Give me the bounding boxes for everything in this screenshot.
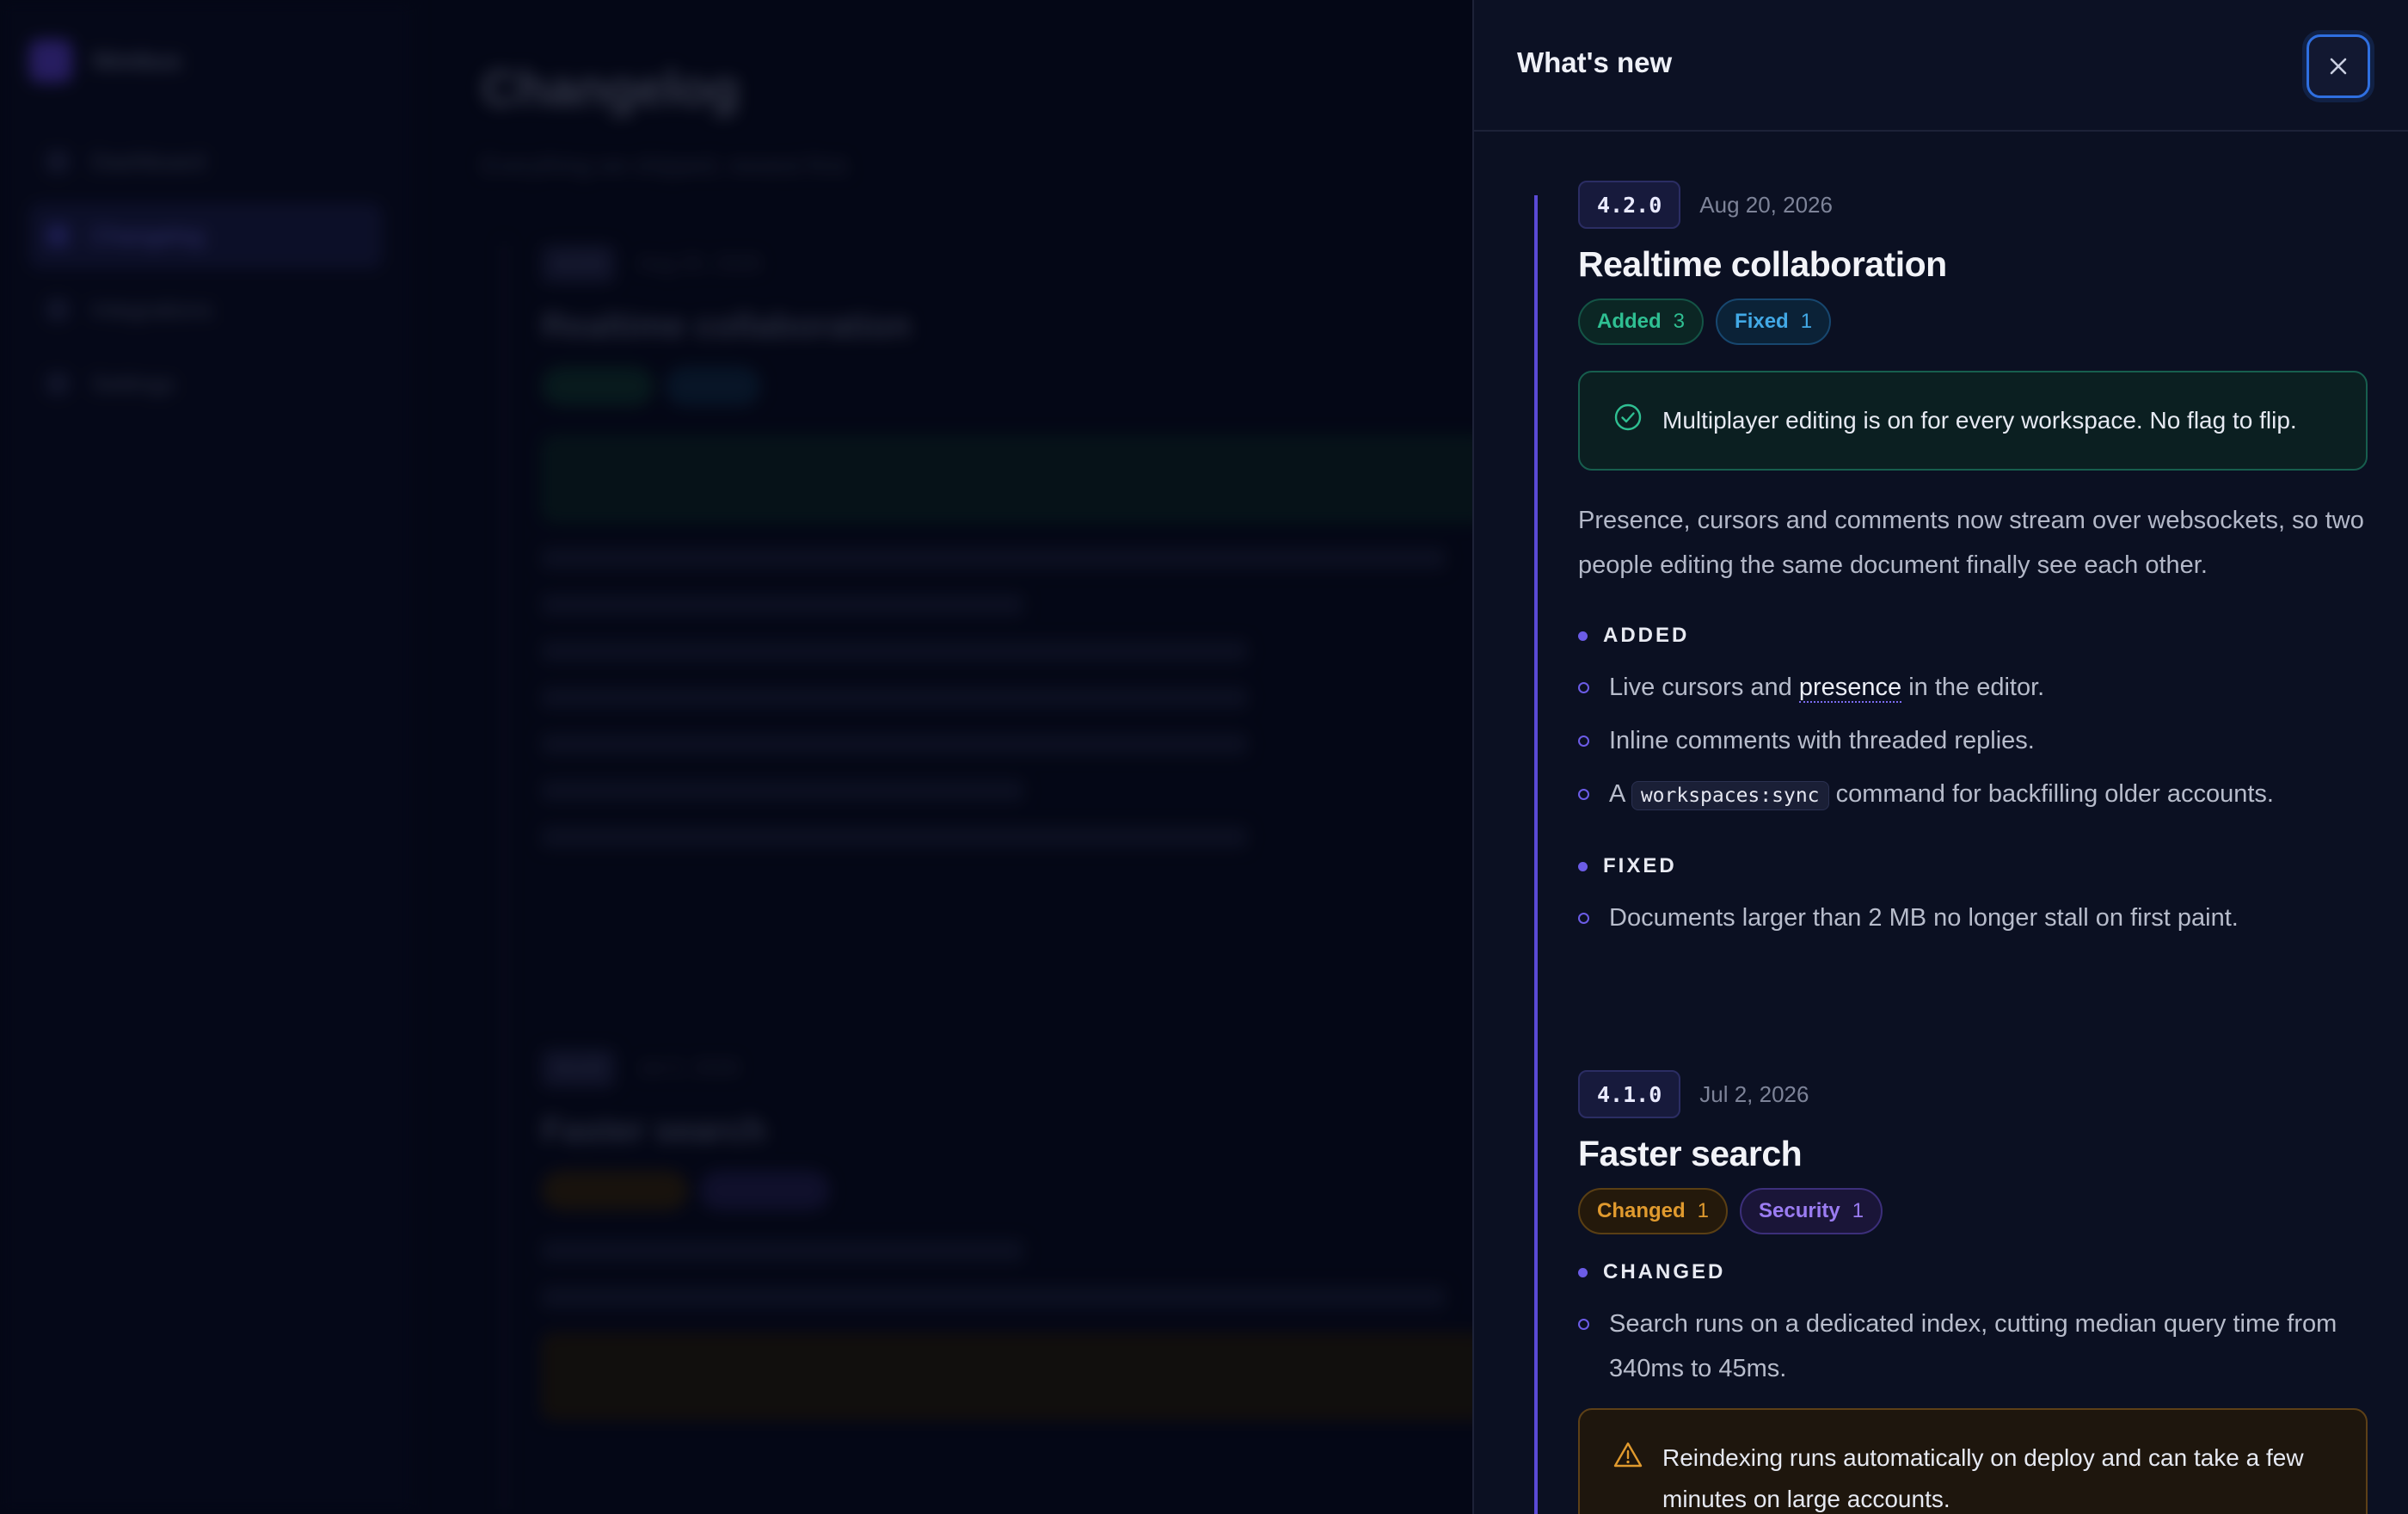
chip-label: Changed [1597, 1199, 1686, 1222]
chip-label: Security [1759, 1199, 1840, 1222]
list-item: Search runs on a dedicated index, cuttin… [1578, 1302, 2369, 1391]
inline-code: workspaces:sync [1631, 781, 1829, 810]
item-text: in the editor. [1901, 674, 2045, 701]
warning-callout: Reindexing runs automatically on deploy … [1578, 1408, 2368, 1514]
item-text: A [1609, 780, 1631, 808]
bullet-ring-icon [1578, 1319, 1589, 1330]
group-dot-icon [1578, 1267, 1588, 1277]
entry-title: Realtime collaboration [1578, 244, 1947, 284]
item-text: Search runs on a dedicated index, cuttin… [1609, 1310, 2337, 1382]
chip-count: 3 [1673, 310, 1686, 333]
version-badge: 4.1.0 [1578, 1070, 1681, 1118]
change-list: Live cursors and presence in the editor.… [1578, 665, 2369, 818]
chip-security[interactable]: Security 1 [1740, 1188, 1883, 1234]
entry-title: Faster search [1578, 1134, 1803, 1173]
bullet-ring-icon [1578, 735, 1589, 747]
bullet-ring-icon [1578, 682, 1589, 693]
timeline-rail [1534, 195, 1538, 1514]
list-item: Live cursors and presence in the editor. [1578, 665, 2369, 710]
chip-label: Added [1597, 310, 1662, 333]
chip-count: 1 [1697, 1199, 1710, 1222]
entry-date: Jul 2, 2026 [1699, 1080, 1809, 1107]
warning-triangle-icon [1613, 1442, 1643, 1468]
group-label-text: CHANGED [1603, 1260, 1726, 1283]
item-text: command for backfilling older accounts. [1828, 780, 2274, 808]
drawer-body[interactable]: 4.2.0 Aug 20, 2026 Realtime collaboratio… [1474, 133, 2408, 1514]
item-text: Live cursors and [1609, 674, 1799, 701]
group-label-added: ADDED [1578, 624, 2369, 648]
callout-text: Multiplayer editing is on for every work… [1662, 407, 2297, 434]
bullet-ring-icon [1578, 789, 1589, 800]
chip-added[interactable]: Added 3 [1578, 298, 1705, 345]
chip-label: Fixed [1735, 310, 1789, 333]
entry-meta: 4.1.0 Jul 2, 2026 [1578, 1070, 2369, 1118]
chip-count: 1 [1800, 310, 1813, 333]
group-dot-icon [1578, 631, 1588, 641]
group-label-fixed: FIXED [1578, 854, 2369, 878]
group-label-text: ADDED [1603, 624, 1690, 647]
success-callout: Multiplayer editing is on for every work… [1578, 371, 2368, 471]
group-dot-icon [1578, 861, 1588, 871]
presence-term-link[interactable]: presence [1798, 674, 1902, 703]
drawer-backdrop[interactable] [0, 0, 1472, 1514]
whats-new-drawer: What's new 4.2.0 Aug 20, 2026 Realtime c… [1472, 0, 2408, 1514]
list-item: Inline comments with threaded replies. [1578, 718, 2369, 763]
close-icon [2330, 58, 2347, 75]
drawer-title: What's new [1517, 46, 1673, 78]
change-list: Search runs on a dedicated index, cuttin… [1578, 1302, 2369, 1391]
version-badge: 4.2.0 [1578, 181, 1681, 229]
chip-changed[interactable]: Changed 1 [1578, 1188, 1729, 1234]
entry-description: Presence, cursors and comments now strea… [1578, 507, 2364, 579]
item-text: Documents larger than 2 MB no longer sta… [1609, 904, 2239, 932]
list-item: A workspaces:sync command for backfillin… [1578, 772, 2369, 818]
bullet-ring-icon [1578, 913, 1589, 924]
close-button[interactable] [2307, 34, 2370, 98]
callout-text: Reindexing runs automatically on deploy … [1662, 1444, 2304, 1512]
change-list: Documents larger than 2 MB no longer sta… [1578, 895, 2369, 940]
changelog-entry: 4.2.0 Aug 20, 2026 Realtime collaboratio… [1578, 181, 2369, 949]
chip-fixed[interactable]: Fixed 1 [1716, 298, 1832, 345]
group-label-changed: CHANGED [1578, 1260, 2369, 1284]
changelog-entry: 4.1.0 Jul 2, 2026 Faster search Changed … [1578, 1070, 2369, 1514]
check-circle-icon [1614, 403, 1642, 431]
entry-meta: 4.2.0 Aug 20, 2026 [1578, 181, 2369, 229]
drawer-header: What's new [1474, 0, 2408, 132]
change-type-chips: Added 3 Fixed 1 [1578, 298, 2369, 345]
group-label-text: FIXED [1603, 854, 1677, 877]
entry-date: Aug 20, 2026 [1699, 191, 1833, 218]
change-type-chips: Changed 1 Security 1 [1578, 1188, 2369, 1234]
list-item: Documents larger than 2 MB no longer sta… [1578, 895, 2369, 940]
chip-count: 1 [1852, 1199, 1864, 1222]
item-text: Inline comments with threaded replies. [1609, 727, 2035, 754]
